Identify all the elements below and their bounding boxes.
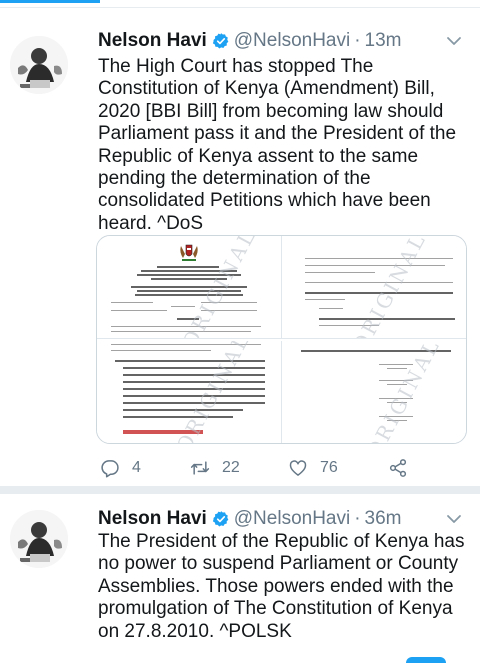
comment-bubble-icon [101,460,119,478]
reply-count: 4 [132,459,141,476]
heart-outline-icon [289,460,307,476]
verified-badge-icon [212,33,229,49]
avatar[interactable] [10,510,68,568]
tweet-actions: 4 22 76 [98,457,438,479]
document-page-orders[interactable]: ORIGINAL [283,236,466,356]
author-handle[interactable]: @NelsonHavi [234,30,350,52]
document-page-signatures[interactable]: ORIGINAL [283,334,466,443]
chevron-down-icon[interactable] [446,511,462,527]
tweet-text: The President of the Republic of Kenya h… [98,531,465,642]
like-button[interactable]: 76 [288,457,338,479]
avatar[interactable] [10,36,68,94]
tweet-separator [0,486,480,494]
share-nodes-icon [389,459,407,477]
tweet-text: The High Court has stopped The Constitut… [98,56,457,234]
separator-dot: · [354,508,361,529]
tweet-time[interactable]: 13m [365,30,402,52]
like-count: 76 [320,459,338,476]
retweet-button[interactable]: 22 [190,457,240,479]
reply-button[interactable]: 4 [100,457,141,479]
author-handle[interactable]: @NelsonHavi [234,508,350,530]
chevron-down-icon[interactable] [446,33,462,49]
coat-of-arms-icon [180,244,198,261]
tweet-header: Nelson Havi @NelsonHavi · 36m [98,505,470,533]
document-page-order-paragraph[interactable]: ORIGINAL [97,328,281,443]
avatar-image [10,36,68,94]
retweet-count: 22 [222,459,240,476]
document-page-cover[interactable]: ORIGINAL [97,236,281,352]
verified-badge-icon [212,511,229,527]
tweet-time[interactable]: 36m [365,508,402,530]
separator-dot: · [354,30,361,51]
author-name[interactable]: Nelson Havi [98,508,207,530]
retweet-arrows-icon [190,461,210,475]
compose-fab-edge[interactable] [406,657,446,663]
author-name[interactable]: Nelson Havi [98,30,207,52]
avatar-image [10,510,68,568]
share-button[interactable] [388,457,420,479]
top-indicator-accent [0,0,100,3]
tweet[interactable]: Nelson Havi @NelsonHavi · 36m The Presid… [0,494,480,661]
top-indicator [0,0,480,8]
media-divider-horizontal [97,338,466,341]
tweet-header: Nelson Havi @NelsonHavi · 13m [98,27,470,55]
tweet[interactable]: Nelson Havi @NelsonHavi · 13m The High C… [0,8,480,486]
tweet-media[interactable]: ORIGINAL ORIGINAL ORIGINAL ORIGINAL [96,235,467,444]
